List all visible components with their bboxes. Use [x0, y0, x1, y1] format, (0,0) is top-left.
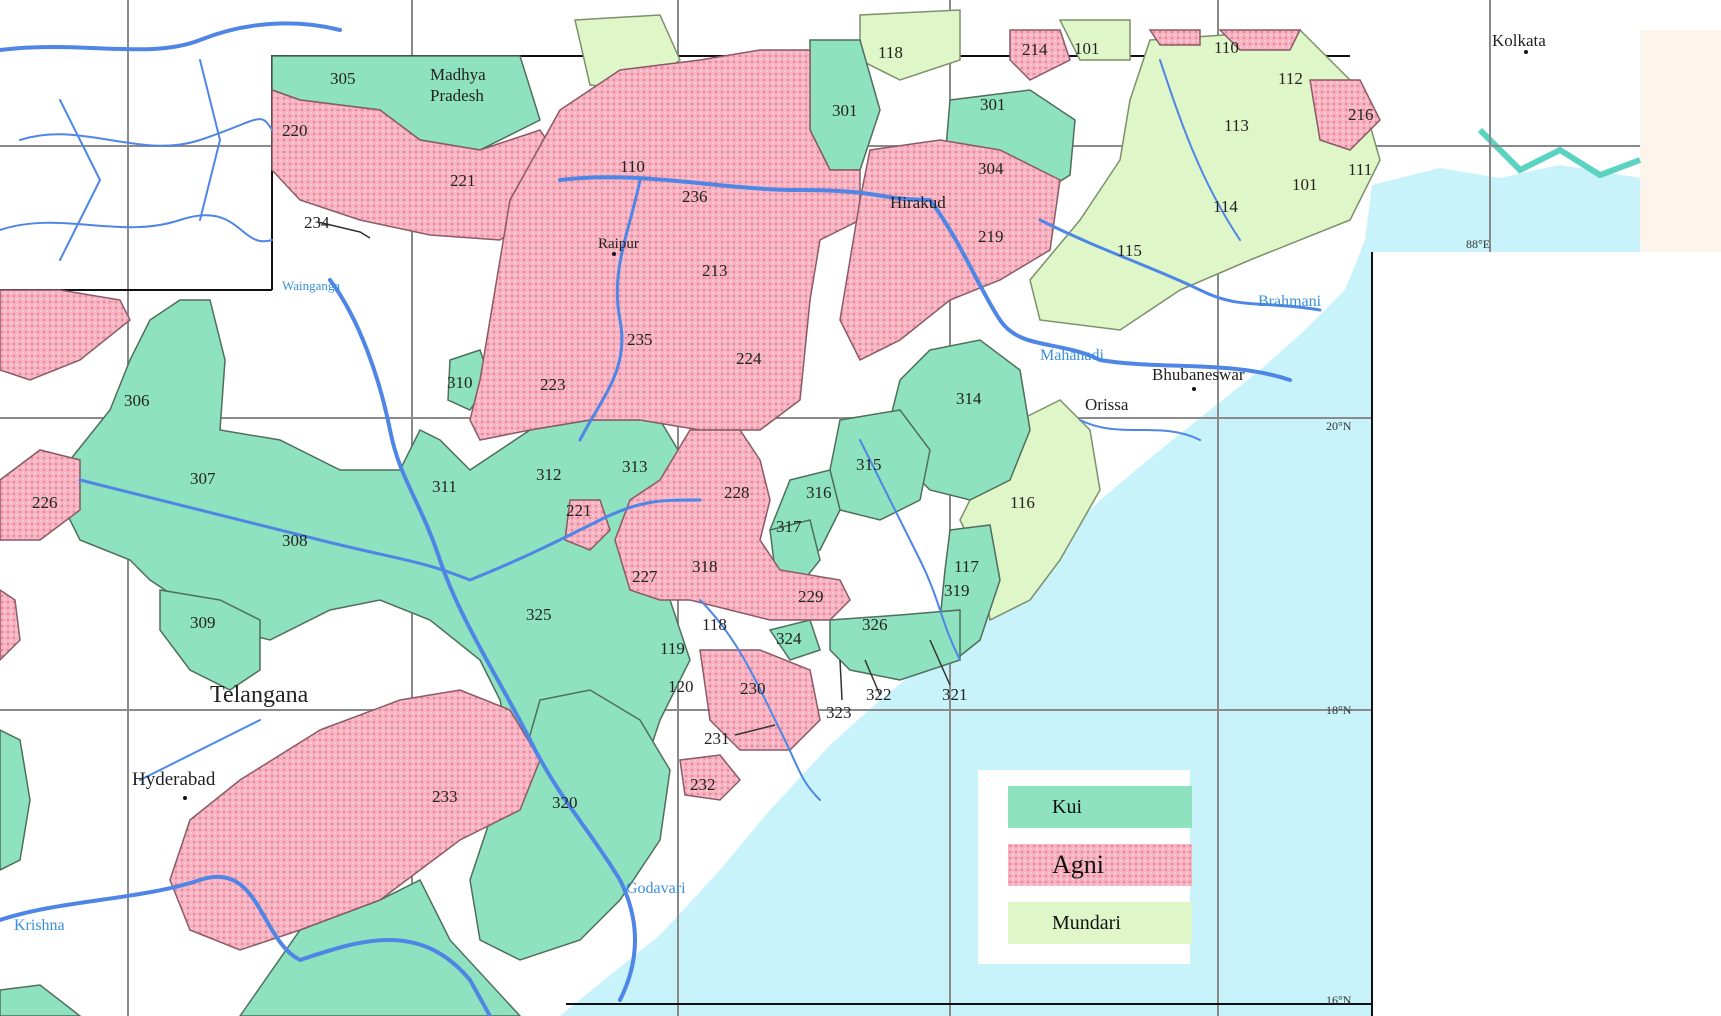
region-label: 231 [704, 729, 730, 748]
region-label: 235 [627, 330, 653, 349]
legend-item-kui: Kui [1008, 786, 1192, 828]
region-label: 324 [776, 629, 802, 648]
river-brahmani: Brahmani [1258, 293, 1322, 310]
region-label: 310 [447, 373, 473, 392]
place-madhya: Madhya [430, 65, 486, 84]
region-label: 309 [190, 613, 216, 632]
region-label: 307 [190, 469, 216, 488]
region-label: 315 [856, 455, 882, 474]
grid-16n: 16°N [1326, 993, 1352, 1007]
place-hyderabad: Hyderabad [132, 769, 216, 790]
city-dot-raipur [612, 252, 616, 256]
legend-item-agni: Agni [1008, 844, 1192, 886]
region-label: 301 [832, 101, 858, 120]
place-bhubaneswar: Bhubaneswar [1152, 365, 1245, 384]
region-label: 220 [282, 121, 308, 140]
region-label: 213 [702, 261, 728, 280]
river-krishna: Krishna [14, 917, 65, 934]
legend: Kui Agni Mundari [978, 770, 1192, 964]
place-orissa: Orissa [1085, 395, 1129, 414]
region-label: 233 [432, 787, 458, 806]
city-dot-hyderabad [183, 796, 187, 800]
region-label: 308 [282, 531, 308, 550]
region-label: 226 [32, 493, 58, 512]
region-label: 110 [620, 157, 645, 176]
region-label: 318 [692, 557, 718, 576]
city-dot-kolkata [1524, 50, 1528, 54]
region-label: 312 [536, 465, 562, 484]
region-label: 223 [540, 375, 566, 394]
top-right-inset [1640, 30, 1721, 252]
region-label: 118 [878, 43, 903, 62]
city-dot-bhubaneswar [1192, 387, 1196, 391]
region-label: 304 [978, 159, 1004, 178]
region-label: 314 [956, 389, 982, 408]
river-wainganga: Wainganga [282, 278, 340, 293]
river-godavari: Godavari [626, 880, 686, 897]
region-label: 306 [124, 391, 150, 410]
river-mahanadi: Mahanadi [1040, 347, 1105, 364]
place-raipur: Raipur [598, 236, 639, 252]
region-label: 326 [862, 615, 888, 634]
region-label: 110 [1214, 38, 1239, 57]
region-label: 229 [798, 587, 824, 606]
region-label: 232 [690, 775, 716, 794]
region-label: 120 [668, 677, 694, 696]
region-label: 101 [1074, 39, 1100, 58]
region-label: 320 [552, 793, 578, 812]
region-label: 216 [1348, 105, 1374, 124]
region-label: 221 [566, 501, 592, 520]
region-label: 111 [1348, 160, 1372, 179]
region-label: 114 [1213, 197, 1238, 216]
place-hirakud: Hirakud [890, 193, 946, 212]
region-label: 236 [682, 187, 708, 206]
region-label: 313 [622, 457, 648, 476]
region-label: 115 [1117, 241, 1142, 260]
region-label: 317 [776, 517, 802, 536]
region-label: 319 [944, 581, 970, 600]
region-label: 117 [954, 557, 979, 576]
region-label: 316 [806, 483, 832, 502]
region-label: 112 [1278, 69, 1303, 88]
place-telangana: Telangana [210, 682, 309, 708]
place-kolkata: Kolkata [1492, 31, 1546, 50]
legend-item-mundari: Mundari [1008, 902, 1192, 944]
region-label: 305 [330, 69, 356, 88]
region-label: 228 [724, 483, 750, 502]
region-label: 234 [304, 213, 330, 232]
region-label: 219 [978, 227, 1004, 246]
region-label: 230 [740, 679, 766, 698]
region-label: 311 [432, 477, 457, 496]
region-label: 118 [702, 615, 727, 634]
region-label: 119 [660, 639, 685, 658]
place-pradesh: Pradesh [430, 86, 484, 105]
region-label: 101 [1292, 175, 1318, 194]
region-label: 224 [736, 349, 762, 368]
region-label: 322 [866, 685, 892, 704]
region-label: 321 [942, 685, 968, 704]
region-label: 325 [526, 605, 552, 624]
grid-88e: 88°E [1466, 237, 1490, 251]
region-label: 227 [632, 567, 658, 586]
legend-label-agni: Agni [1052, 850, 1104, 879]
region-label: 221 [450, 171, 476, 190]
legend-label-kui: Kui [1052, 795, 1082, 818]
language-map: Kolkata Madhya Pradesh Raipur Hirakud Bh… [0, 0, 1721, 1016]
region-label: 301 [980, 95, 1006, 114]
region-label: 116 [1010, 493, 1035, 512]
grid-20n: 20°N [1326, 419, 1352, 433]
grid-18n: 18°N [1326, 703, 1352, 717]
region-label: 214 [1022, 40, 1048, 59]
region-label: 323 [826, 703, 852, 722]
blank-margin [1372, 252, 1721, 1016]
region-label: 113 [1224, 116, 1249, 135]
legend-label-mundari: Mundari [1052, 911, 1121, 934]
